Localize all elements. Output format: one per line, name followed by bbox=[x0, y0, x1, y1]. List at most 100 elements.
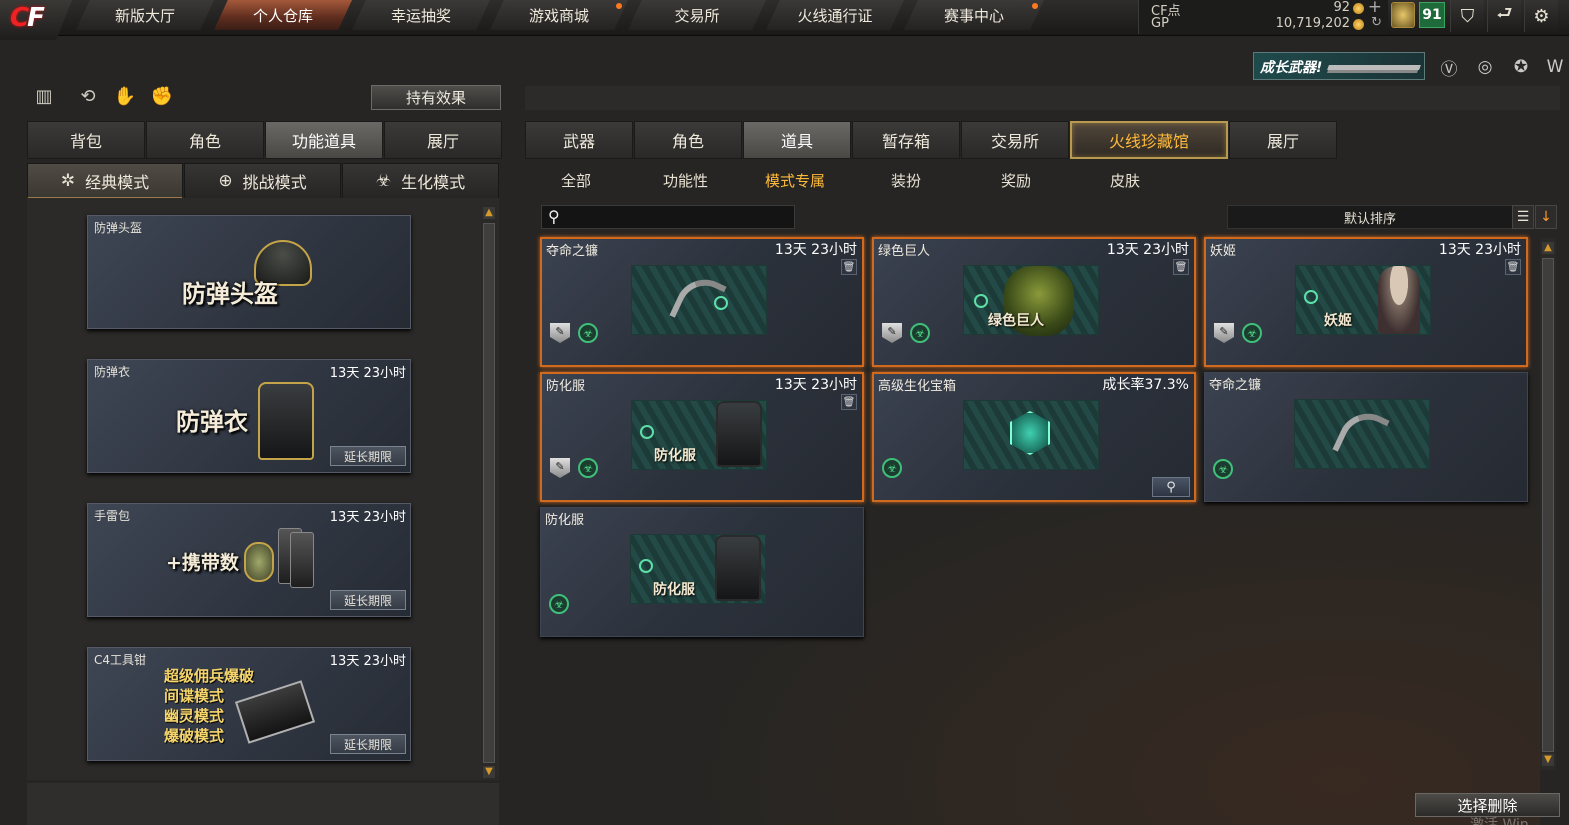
history-icon[interactable]: ⟲ bbox=[76, 84, 100, 108]
item-card[interactable]: 绿色巨人 13天 23小时 🗑 绿色巨人 ✎ ☣ bbox=[872, 237, 1196, 367]
left-item-card[interactable]: C4工具钳 13天 23小时 超级佣兵爆破 间谍模式 幽灵模式 爆破模式 延长期… bbox=[87, 647, 411, 761]
right-header-strip bbox=[525, 86, 1560, 110]
scroll-down-icon[interactable]: ▼ bbox=[1542, 754, 1554, 766]
preview-magnifier-button[interactable]: ⚲ bbox=[1152, 477, 1190, 497]
item-card[interactable]: 妖姬 13天 23小时 🗑 妖姬 ✎ ☣ bbox=[1204, 237, 1528, 367]
nav-tab-events[interactable]: 赛事中心 bbox=[904, 0, 1044, 30]
trash-icon[interactable]: 🗑 bbox=[1505, 259, 1521, 275]
trash-icon[interactable]: 🗑 bbox=[1173, 259, 1189, 275]
left-tab-functional[interactable]: 功能道具 bbox=[265, 121, 383, 159]
nav-tab-pass[interactable]: 火线通行证 bbox=[766, 0, 904, 30]
left-scrollbar[interactable]: ▲ ▼ bbox=[481, 205, 497, 780]
item-card[interactable]: 夺命之镰 13天 23小时 🗑 ✎ ☣ bbox=[540, 237, 864, 367]
cf-logo[interactable]: CF bbox=[0, 0, 72, 40]
item-name: 防弹头盔 bbox=[94, 221, 143, 235]
subtab-functional[interactable]: 功能性 bbox=[663, 170, 708, 191]
shield-icon[interactable]: ⛉ bbox=[1450, 0, 1484, 32]
stats-icon[interactable]: ▥ bbox=[32, 84, 56, 108]
right-tab-weapons[interactable]: 武器 bbox=[525, 121, 633, 159]
biohazard-badge-icon: ☣ bbox=[549, 594, 569, 614]
item-name: 高级生化宝箱 bbox=[878, 379, 957, 394]
nav-tab-warehouse[interactable]: 个人仓库 bbox=[214, 0, 352, 30]
right-tabs: 武器 角色 道具 暂存箱 交易所 火线珍藏馆 展厅 bbox=[525, 121, 1337, 159]
item-card[interactable]: 夺命之镰 ☣ bbox=[1204, 372, 1528, 502]
badge-crest-icon[interactable]: ✪ bbox=[1508, 54, 1534, 80]
left-tab-character[interactable]: 角色 bbox=[146, 121, 264, 159]
item-card[interactable]: 防化服 13天 23小时 🗑 防化服 ✎ ☣ bbox=[540, 372, 864, 502]
nav-tab-shop[interactable]: 游戏商城 bbox=[490, 0, 628, 30]
left-item-card[interactable]: 防弹头盔 防弹头盔 bbox=[87, 215, 411, 329]
mode-tab-biohazard[interactable]: ☣ 生化模式 bbox=[342, 163, 499, 199]
search-box[interactable]: ⚲ bbox=[541, 205, 795, 229]
right-scrollbar[interactable]: ▲ ▼ bbox=[1540, 238, 1556, 770]
trash-icon[interactable]: 🗑 bbox=[841, 259, 857, 275]
subtab-all[interactable]: 全部 bbox=[561, 170, 591, 191]
search-input[interactable] bbox=[570, 208, 790, 226]
notification-dot bbox=[616, 3, 622, 9]
gp-label: GP bbox=[1151, 16, 1169, 31]
item-card[interactable]: 防化服 防化服 ☣ bbox=[540, 507, 864, 637]
right-tab-showroom[interactable]: 展厅 bbox=[1229, 121, 1337, 159]
right-tab-collection[interactable]: 火线珍藏馆 bbox=[1070, 121, 1228, 159]
list-view-icon[interactable]: ☰ bbox=[1512, 205, 1534, 229]
left-tab-showroom[interactable]: 展厅 bbox=[384, 121, 502, 159]
scroll-down-icon[interactable]: ▼ bbox=[483, 766, 495, 778]
extend-button[interactable]: 延长期限 bbox=[330, 590, 406, 610]
right-tab-exchange[interactable]: 交易所 bbox=[961, 121, 1069, 159]
rank-badge-icon[interactable] bbox=[1391, 2, 1415, 28]
refresh-icon[interactable]: ↻ bbox=[1371, 15, 1382, 30]
mode-line: 幽灵模式 bbox=[164, 707, 225, 725]
badge-globe-icon[interactable]: ◎ bbox=[1472, 54, 1498, 80]
scroll-up-icon[interactable]: ▲ bbox=[483, 207, 495, 219]
nav-tab-lottery[interactable]: 幸运抽奖 bbox=[352, 0, 490, 30]
exit-icon[interactable]: ⮐ bbox=[1487, 0, 1521, 32]
item-thumbnail bbox=[631, 265, 767, 335]
bio-chest-image bbox=[1010, 411, 1050, 455]
badge-wing-icon[interactable]: W bbox=[1542, 54, 1568, 80]
nav-tab-label: 幸运抽奖 bbox=[390, 6, 451, 25]
subtab-mode-exclusive[interactable]: 模式专属 bbox=[765, 170, 825, 191]
rifle-icon bbox=[1327, 65, 1421, 70]
item-art-text: +携带数 bbox=[166, 552, 239, 574]
badge-v-icon[interactable]: Ⓥ bbox=[1436, 54, 1462, 80]
hold-effect-button[interactable]: 持有效果 bbox=[371, 85, 501, 110]
trash-icon[interactable]: 🗑 bbox=[841, 394, 857, 410]
right-tab-character[interactable]: 角色 bbox=[634, 121, 742, 159]
scroll-up-icon[interactable]: ▲ bbox=[1542, 242, 1554, 254]
item-time: 13天 23小时 bbox=[774, 242, 857, 258]
right-tab-storage[interactable]: 暂存箱 bbox=[852, 121, 960, 159]
mode-tab-challenge[interactable]: ⊕ 挑战模式 bbox=[184, 163, 341, 199]
growth-weapon-banner[interactable]: 成长武器! bbox=[1253, 52, 1425, 80]
biohazard-badge-icon: ☣ bbox=[910, 323, 930, 343]
right-tab-items[interactable]: 道具 bbox=[743, 121, 851, 159]
extend-button[interactable]: 延长期限 bbox=[330, 446, 406, 466]
item-name: C4工具钳 bbox=[94, 653, 147, 667]
scroll-thumb[interactable] bbox=[483, 223, 495, 763]
nav-tab-lobby[interactable]: 新版大厅 bbox=[76, 0, 214, 30]
sort-dropdown[interactable]: 默认排序 bbox=[1227, 205, 1513, 229]
left-item-card[interactable]: 防弹衣 13天 23小时 防弹衣 延长期限 bbox=[87, 359, 411, 473]
item-name: 防化服 bbox=[546, 379, 586, 394]
fist-icon[interactable]: ✊ bbox=[150, 84, 174, 108]
item-card[interactable]: 高级生化宝箱 成长率37.3% ☣ ⚲ bbox=[872, 372, 1196, 502]
sort-direction-icon[interactable]: ↓ bbox=[1535, 205, 1557, 229]
left-item-card[interactable]: 手雷包 13天 23小时 +携带数 延长期限 bbox=[87, 503, 411, 617]
thumb-label: 绿色巨人 bbox=[988, 313, 1044, 329]
left-tab-bag[interactable]: 背包 bbox=[27, 121, 145, 159]
subtab-outfit[interactable]: 装扮 bbox=[891, 170, 921, 191]
scroll-thumb[interactable] bbox=[1542, 258, 1554, 752]
notification-dot bbox=[1032, 3, 1038, 9]
subtab-skin[interactable]: 皮肤 bbox=[1110, 170, 1140, 191]
thumb-label: 防化服 bbox=[653, 582, 695, 598]
nav-tab-exchange[interactable]: 交易所 bbox=[628, 0, 766, 30]
item-art-text: 防弹头盔 bbox=[182, 280, 278, 308]
extend-button[interactable]: 延长期限 bbox=[330, 734, 406, 754]
item-time: 13天 23小时 bbox=[1438, 242, 1521, 258]
flag-badge-icon: ✎ bbox=[550, 323, 570, 343]
character-icon[interactable]: ✋ bbox=[113, 84, 137, 108]
mode-line: 爆破模式 bbox=[164, 727, 225, 745]
gear-icon[interactable]: ⚙ bbox=[1524, 0, 1558, 32]
item-thumbnail bbox=[963, 400, 1099, 470]
subtab-reward[interactable]: 奖励 bbox=[1001, 170, 1031, 191]
mode-tab-classic[interactable]: ✲ 经典模式 bbox=[27, 163, 183, 199]
